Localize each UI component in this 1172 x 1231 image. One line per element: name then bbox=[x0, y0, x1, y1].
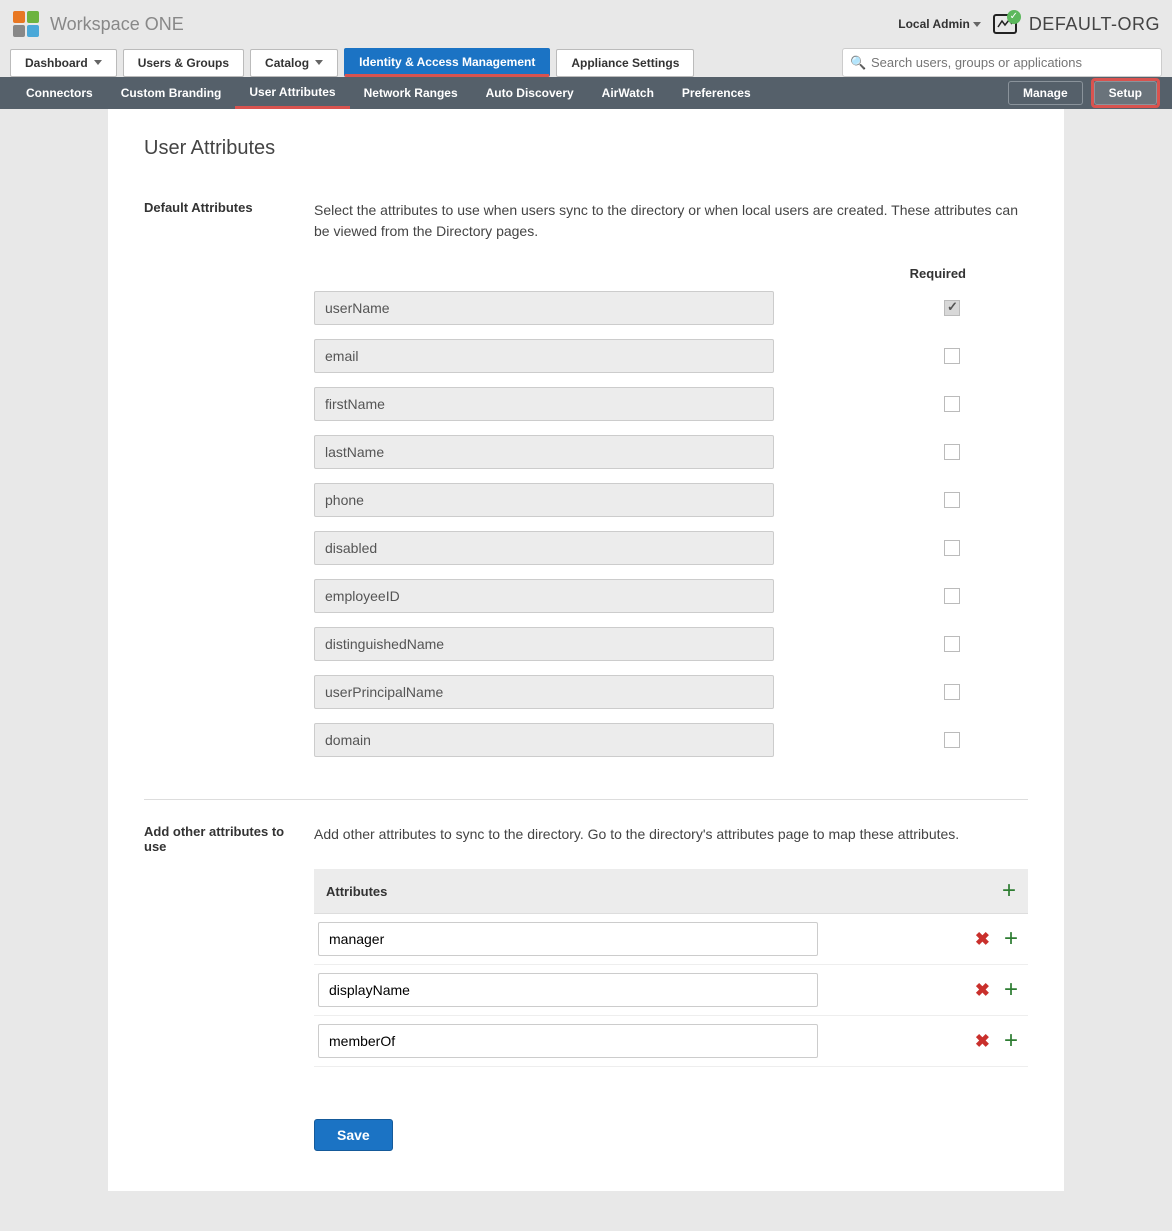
remove-attribute-icon[interactable]: ✖ bbox=[975, 929, 990, 950]
attribute-name-field: employeeID bbox=[314, 579, 774, 613]
tab-appliance-settings[interactable]: Appliance Settings bbox=[556, 49, 694, 77]
subnav-custom-branding[interactable]: Custom Branding bbox=[107, 77, 236, 109]
custom-attributes-header: Attributes + bbox=[314, 869, 1028, 914]
search-input[interactable] bbox=[842, 48, 1162, 77]
attribute-name-field: disabled bbox=[314, 531, 774, 565]
user-menu[interactable]: Local Admin bbox=[898, 17, 981, 31]
required-column-header: Required bbox=[314, 266, 1028, 281]
manage-button[interactable]: Manage bbox=[1008, 81, 1083, 105]
tab-label: Identity & Access Management bbox=[359, 55, 535, 69]
custom-attribute-input[interactable] bbox=[318, 1024, 818, 1058]
attribute-row: phone bbox=[314, 483, 1028, 517]
attribute-row: distinguishedName bbox=[314, 627, 1028, 661]
main-panel: User Attributes Default Attributes Selec… bbox=[108, 109, 1064, 1191]
search-container: 🔍 bbox=[842, 48, 1162, 77]
org-chart-icon: ✓ bbox=[993, 14, 1017, 34]
add-attribute-icon[interactable]: + bbox=[1004, 927, 1018, 951]
custom-header-label: Attributes bbox=[326, 884, 387, 899]
attribute-name-field: userName bbox=[314, 291, 774, 325]
add-attribute-icon[interactable]: + bbox=[1004, 1029, 1018, 1053]
tab-identity-access[interactable]: Identity & Access Management bbox=[344, 48, 550, 77]
tab-dashboard[interactable]: Dashboard bbox=[10, 49, 117, 77]
user-menu-label: Local Admin bbox=[898, 17, 970, 31]
vmware-logo-icon bbox=[12, 10, 40, 38]
required-checkbox[interactable] bbox=[944, 396, 960, 412]
attribute-name-field: phone bbox=[314, 483, 774, 517]
attribute-name-field: email bbox=[314, 339, 774, 373]
required-checkbox[interactable] bbox=[944, 636, 960, 652]
required-checkbox[interactable] bbox=[944, 588, 960, 604]
page-title: User Attributes bbox=[144, 137, 1028, 160]
attribute-row: firstName bbox=[314, 387, 1028, 421]
attribute-row: userName bbox=[314, 291, 1028, 325]
subnav-preferences[interactable]: Preferences bbox=[668, 77, 765, 109]
subnav-airwatch[interactable]: AirWatch bbox=[588, 77, 668, 109]
subnav-user-attributes[interactable]: User Attributes bbox=[235, 77, 349, 109]
required-checkbox[interactable] bbox=[944, 684, 960, 700]
remove-attribute-icon[interactable]: ✖ bbox=[975, 1031, 990, 1052]
attribute-row: userPrincipalName bbox=[314, 675, 1028, 709]
tab-label: Appliance Settings bbox=[571, 56, 679, 70]
custom-attribute-input[interactable] bbox=[318, 922, 818, 956]
attribute-row: employeeID bbox=[314, 579, 1028, 613]
caret-down-icon bbox=[315, 60, 323, 65]
caret-down-icon bbox=[973, 22, 981, 27]
attribute-name-field: distinguishedName bbox=[314, 627, 774, 661]
brand-title: Workspace ONE bbox=[50, 14, 184, 35]
subnav-network-ranges[interactable]: Network Ranges bbox=[350, 77, 472, 109]
subnav-bar: Connectors Custom Branding User Attribut… bbox=[0, 77, 1172, 109]
tab-label: Dashboard bbox=[25, 56, 88, 70]
caret-down-icon bbox=[94, 60, 102, 65]
custom-attribute-input[interactable] bbox=[318, 973, 818, 1007]
attribute-row: disabled bbox=[314, 531, 1028, 565]
tab-users-groups[interactable]: Users & Groups bbox=[123, 49, 244, 77]
section-label-default: Default Attributes bbox=[144, 200, 314, 771]
save-button[interactable]: Save bbox=[314, 1119, 393, 1151]
add-attribute-icon[interactable]: + bbox=[1002, 879, 1016, 903]
custom-attribute-row: ✖+ bbox=[314, 965, 1028, 1016]
required-checkbox[interactable] bbox=[944, 444, 960, 460]
custom-section-desc: Add other attributes to sync to the dire… bbox=[314, 824, 1028, 845]
custom-attribute-row: ✖+ bbox=[314, 1016, 1028, 1067]
attribute-row: email bbox=[314, 339, 1028, 373]
required-checkbox[interactable] bbox=[944, 540, 960, 556]
default-section-desc: Select the attributes to use when users … bbox=[314, 200, 1028, 242]
subnav-connectors[interactable]: Connectors bbox=[12, 77, 107, 109]
main-tabs-row: Dashboard Users & Groups Catalog Identit… bbox=[0, 48, 1172, 77]
setup-button[interactable]: Setup bbox=[1094, 81, 1157, 105]
attribute-name-field: firstName bbox=[314, 387, 774, 421]
tab-catalog[interactable]: Catalog bbox=[250, 49, 338, 77]
required-checkbox bbox=[944, 300, 960, 316]
remove-attribute-icon[interactable]: ✖ bbox=[975, 980, 990, 1001]
tab-label: Catalog bbox=[265, 56, 309, 70]
check-icon: ✓ bbox=[1007, 10, 1021, 24]
attribute-name-field: domain bbox=[314, 723, 774, 757]
search-icon: 🔍 bbox=[850, 55, 866, 71]
required-checkbox[interactable] bbox=[944, 732, 960, 748]
attribute-row: domain bbox=[314, 723, 1028, 757]
required-checkbox[interactable] bbox=[944, 492, 960, 508]
header-bar: Workspace ONE Local Admin ✓ DEFAULT-ORG bbox=[0, 0, 1172, 48]
tab-label: Users & Groups bbox=[138, 56, 229, 70]
attribute-row: lastName bbox=[314, 435, 1028, 469]
default-attributes-section: Default Attributes Select the attributes… bbox=[144, 200, 1028, 800]
subnav-auto-discovery[interactable]: Auto Discovery bbox=[472, 77, 588, 109]
custom-attribute-row: ✖+ bbox=[314, 914, 1028, 965]
section-label-custom: Add other attributes to use bbox=[144, 824, 314, 1067]
attribute-name-field: userPrincipalName bbox=[314, 675, 774, 709]
org-name: DEFAULT-ORG bbox=[1029, 14, 1160, 35]
add-attribute-icon[interactable]: + bbox=[1004, 978, 1018, 1002]
setup-highlight: Setup bbox=[1091, 78, 1160, 108]
attribute-name-field: lastName bbox=[314, 435, 774, 469]
required-checkbox[interactable] bbox=[944, 348, 960, 364]
custom-attributes-section: Add other attributes to use Add other at… bbox=[144, 824, 1028, 1095]
